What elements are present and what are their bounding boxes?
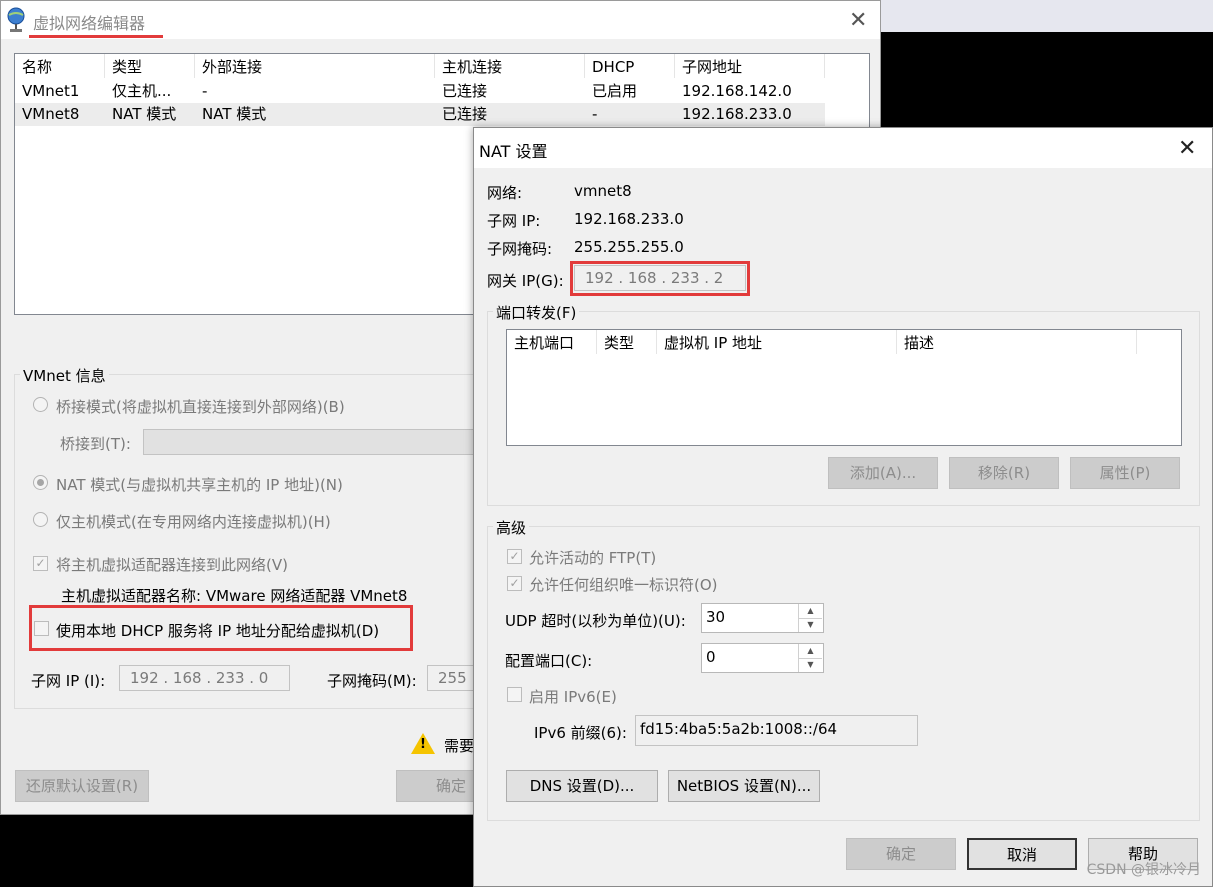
bridged-label: 桥接模式(将虚拟机直接连接到外部网络)(B) (56, 398, 345, 416)
port-forward-list[interactable]: 主机端口 类型 虚拟机 IP 地址 描述 (506, 329, 1182, 446)
network-label: 网络: (487, 184, 523, 202)
remove-button[interactable]: 移除(R) (949, 457, 1059, 489)
vmnet-info-title: VMnet 信息 (20, 365, 109, 386)
udp-timeout-label: UDP 超时(以秒为单位)(U): (505, 612, 686, 630)
bridge-to-select[interactable] (143, 429, 483, 455)
gateway-ip-field[interactable]: 192 . 168 . 233 . 2 (574, 265, 746, 291)
warning-text: 需要 (444, 737, 475, 755)
column-header-dhcp[interactable]: DHCP (585, 54, 675, 78)
nat-settings-dialog: NAT 设置 ✕ 网络: vmnet8 子网 IP: 192.168.233.0… (473, 127, 1213, 887)
title-highlight-underline (29, 35, 163, 38)
nat-label: NAT 模式(与虚拟机共享主机的 IP 地址)(N) (56, 476, 343, 494)
connect-adapter-label: 将主机虚拟适配器连接到此网络(V) (56, 556, 288, 574)
title-bar: 虚拟网络编辑器 ✕ (1, 1, 880, 39)
nat-dialog-title: NAT 设置 (479, 142, 548, 161)
cell-dhcp: - (592, 105, 598, 123)
stepper-up-icon[interactable]: ▲ (799, 644, 822, 659)
hostonly-label: 仅主机模式(在专用网络内连接虚拟机)(H) (56, 513, 331, 531)
oui-label: 允许任何组织唯一标识符(O) (529, 576, 718, 594)
cell-type: 仅主机... (112, 82, 172, 100)
nat-radio[interactable] (33, 475, 48, 490)
network-globe-icon (7, 7, 25, 32)
column-header-subnet[interactable]: 子网地址 (675, 54, 825, 78)
cell-host: 已连接 (442, 105, 488, 123)
oui-checkbox[interactable]: ✓ (507, 576, 522, 591)
close-icon[interactable]: ✕ (1178, 138, 1196, 160)
column-header-host[interactable]: 主机连接 (435, 54, 585, 78)
nat-subnet-mask-value: 255.255.255.0 (574, 238, 684, 256)
cell-subnet: 192.168.142.0 (682, 82, 792, 100)
adapter-name-label: 主机虚拟适配器名称: VMware 网络适配器 VMnet8 (61, 587, 408, 605)
table-row[interactable]: VMnet8 NAT 模式 NAT 模式 已连接 - 192.168.233.0 (15, 103, 825, 126)
dhcp-label: 使用本地 DHCP 服务将 IP 地址分配给虚拟机(D) (56, 622, 380, 640)
column-header-vm-ip[interactable]: 虚拟机 IP 地址 (657, 330, 897, 354)
stepper-arrows: ▲ ▼ (798, 604, 823, 632)
column-header-description[interactable]: 描述 (897, 330, 1137, 354)
port-forward-title: 端口转发(F) (493, 302, 580, 323)
cell-subnet: 192.168.233.0 (682, 105, 792, 123)
column-header-external[interactable]: 外部连接 (195, 54, 435, 78)
warning-icon: ! (411, 733, 435, 754)
nat-subnet-mask-label: 子网掩码: (487, 240, 553, 258)
ipv6-prefix-field[interactable]: fd15:4ba5:5a2b:1008::/64 (635, 715, 918, 746)
ipv6-prefix-label: IPv6 前缀(6): (534, 724, 627, 742)
column-header-type[interactable]: 类型 (105, 54, 195, 78)
restore-defaults-button[interactable]: 还原默认设置(R) (15, 770, 149, 802)
table-row[interactable]: VMnet1 仅主机... - 已连接 已启用 192.168.142.0 (15, 80, 825, 103)
background-strip (880, 0, 1213, 32)
ftp-label: 允许活动的 FTP(T) (529, 549, 657, 567)
cancel-button[interactable]: 取消 (967, 838, 1077, 870)
column-header-name[interactable]: 名称 (15, 54, 105, 78)
cell-external: NAT 模式 (202, 105, 267, 123)
network-value: vmnet8 (574, 182, 632, 200)
hostonly-radio[interactable] (33, 512, 48, 527)
bridged-radio[interactable] (33, 397, 48, 412)
bridge-to-label: 桥接到(T): (60, 435, 131, 453)
config-port-value: 0 (706, 648, 716, 666)
connect-adapter-checkbox[interactable]: ✓ (33, 556, 48, 571)
nat-title-bar: NAT 设置 ✕ (474, 128, 1212, 168)
stepper-down-icon[interactable]: ▼ (799, 618, 822, 632)
netbios-settings-button[interactable]: NetBIOS 设置(N)... (668, 770, 820, 802)
cell-type: NAT 模式 (112, 105, 177, 123)
stepper-down-icon[interactable]: ▼ (799, 658, 822, 672)
nat-subnet-ip-label: 子网 IP: (487, 212, 541, 230)
config-port-stepper[interactable]: 0 ▲ ▼ (701, 643, 824, 673)
column-header-type[interactable]: 类型 (597, 330, 657, 354)
nat-subnet-ip-value: 192.168.233.0 (574, 210, 684, 228)
dns-settings-button[interactable]: DNS 设置(D)... (506, 770, 658, 802)
close-icon[interactable]: ✕ (849, 10, 867, 32)
watermark: CSDN @银冰冷月 (1086, 862, 1201, 878)
cell-external: - (202, 82, 208, 100)
ftp-checkbox[interactable]: ✓ (507, 549, 522, 564)
config-port-label: 配置端口(C): (505, 652, 593, 670)
gateway-label: 网关 IP(G): (487, 272, 564, 290)
ipv6-label: 启用 IPv6(E) (529, 688, 617, 706)
subnet-ip-field[interactable]: 192 . 168 . 233 . 0 (119, 665, 290, 691)
properties-button[interactable]: 属性(P) (1070, 457, 1180, 489)
udp-timeout-stepper[interactable]: 30 ▲ ▼ (701, 603, 824, 633)
add-button[interactable]: 添加(A)... (828, 457, 938, 489)
stepper-up-icon[interactable]: ▲ (799, 604, 822, 619)
udp-timeout-value: 30 (706, 608, 726, 626)
subnet-ip-label: 子网 IP (I): (31, 672, 106, 690)
advanced-title: 高级 (493, 517, 530, 538)
cell-name: VMnet1 (22, 82, 80, 100)
cell-dhcp: 已启用 (592, 82, 638, 100)
cell-host: 已连接 (442, 82, 488, 100)
window-title: 虚拟网络编辑器 (33, 14, 146, 33)
nat-ok-button[interactable]: 确定 (846, 838, 956, 870)
cell-name: VMnet8 (22, 105, 80, 123)
ipv6-checkbox[interactable] (507, 687, 522, 702)
network-list-header: 名称 类型 外部连接 主机连接 DHCP 子网地址 (15, 54, 869, 78)
dhcp-checkbox[interactable] (34, 621, 49, 636)
stepper-arrows: ▲ ▼ (798, 644, 823, 672)
subnet-mask-label: 子网掩码(M): (327, 672, 417, 690)
column-header-host-port[interactable]: 主机端口 (507, 330, 597, 354)
port-forward-header: 主机端口 类型 虚拟机 IP 地址 描述 (507, 330, 1181, 354)
